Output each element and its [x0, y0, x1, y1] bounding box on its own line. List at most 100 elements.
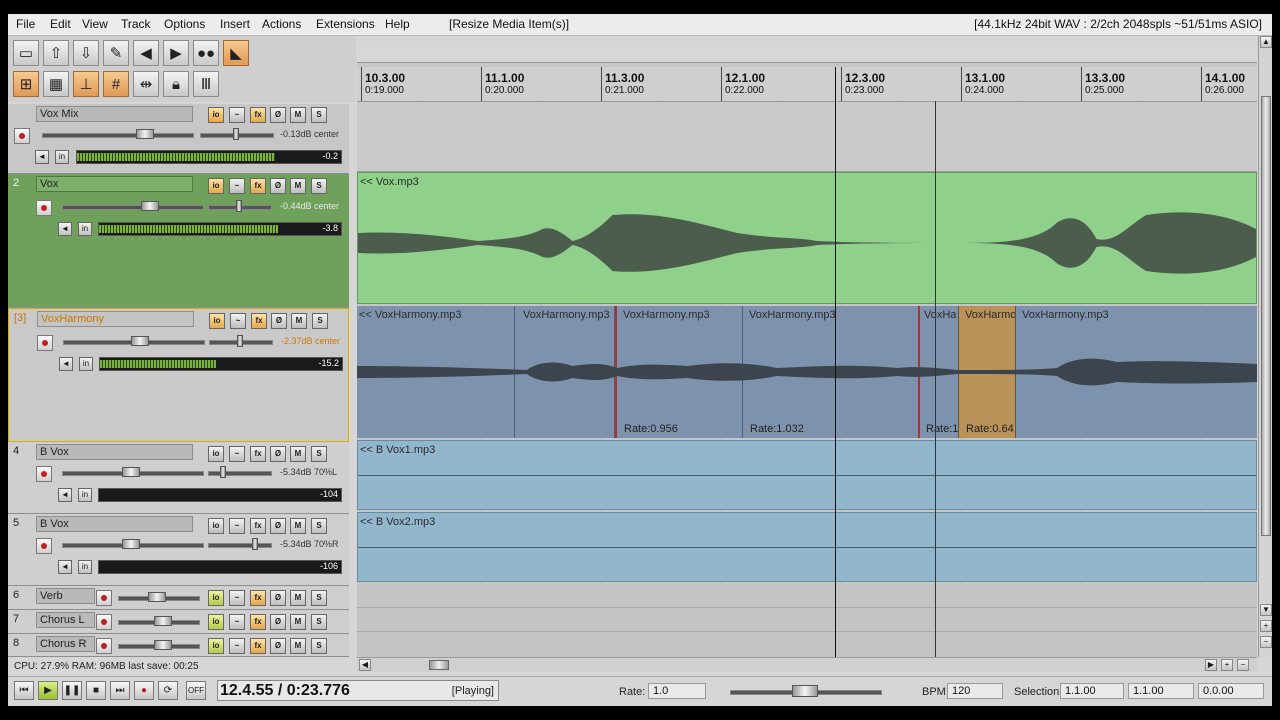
- envelope-button[interactable]: ~: [229, 590, 245, 606]
- horizontal-scroll-thumb[interactable]: [429, 660, 449, 670]
- record-arm-button[interactable]: [96, 590, 112, 606]
- menu-view[interactable]: View: [82, 17, 108, 31]
- selection-end-field[interactable]: 1.1.00: [1128, 683, 1194, 699]
- rate-slider-knob[interactable]: [792, 685, 818, 697]
- pan-knob[interactable]: [220, 466, 226, 478]
- mute-button[interactable]: M: [291, 313, 307, 329]
- record-icon[interactable]: ●: [134, 681, 154, 700]
- solo-button[interactable]: S: [312, 313, 328, 329]
- snap-grid-icon[interactable]: #: [103, 71, 129, 97]
- media-item-b-vox1[interactable]: << B Vox1.mp3: [357, 440, 1257, 510]
- ripple-edit-icon[interactable]: ⊞: [13, 71, 39, 97]
- track-name[interactable]: Vox: [36, 176, 193, 192]
- envelope-button[interactable]: ~: [229, 107, 245, 123]
- pan-slider[interactable]: [208, 543, 272, 548]
- horizontal-scrollbar[interactable]: ◀ ▶ + −: [357, 657, 1257, 672]
- mute-button[interactable]: M: [290, 638, 306, 654]
- go-to-start-icon[interactable]: ⏮: [14, 681, 34, 700]
- fx-button[interactable]: fx: [251, 313, 267, 329]
- phase-button[interactable]: Ø: [270, 614, 286, 630]
- io-button[interactable]: io: [208, 518, 224, 534]
- h-zoom-out-icon[interactable]: −: [1237, 659, 1249, 671]
- volume-knob[interactable]: [154, 616, 172, 626]
- fx-button[interactable]: fx: [250, 590, 266, 606]
- pan-knob[interactable]: [236, 200, 242, 212]
- solo-button[interactable]: S: [311, 446, 327, 462]
- record-arm-button[interactable]: [37, 335, 53, 351]
- mute-button[interactable]: M: [290, 518, 306, 534]
- mute-button[interactable]: M: [290, 590, 306, 606]
- repeat-icon[interactable]: ⟳: [158, 681, 178, 700]
- volume-knob[interactable]: [141, 201, 159, 211]
- region-bar[interactable]: [357, 50, 1257, 63]
- menu-options[interactable]: Options: [164, 17, 205, 31]
- track-name[interactable]: Chorus R: [36, 636, 95, 652]
- selection-start-field[interactable]: 1.1.00: [1060, 683, 1124, 699]
- preferences-icon[interactable]: ✎: [103, 40, 129, 66]
- record-arm-button[interactable]: [36, 200, 52, 216]
- input-monitor-button[interactable]: in: [78, 560, 92, 574]
- lock-icon[interactable]: 🔒︎: [163, 71, 189, 97]
- speaker-icon[interactable]: ◄: [58, 560, 72, 574]
- menu-extensions[interactable]: Extensions: [316, 17, 375, 31]
- volume-slider[interactable]: [62, 205, 204, 210]
- volume-knob[interactable]: [148, 592, 166, 602]
- play-cursor[interactable]: [835, 67, 836, 657]
- track-name[interactable]: B Vox: [36, 516, 193, 532]
- pan-knob[interactable]: [252, 538, 258, 550]
- track-voxharmony[interactable]: [3] VoxHarmony io ~ fx Ø M S -2.37dB cen…: [8, 308, 349, 442]
- snap-icon[interactable]: ⊥: [73, 71, 99, 97]
- track-vox[interactable]: 2 Vox io ~ fx Ø M S -0.44dB center ◄ in …: [8, 174, 349, 308]
- menu-insert[interactable]: Insert: [220, 17, 250, 31]
- solo-button[interactable]: S: [311, 638, 327, 654]
- track-chorus-r[interactable]: 8 Chorus R io ~ fx Ø M S: [8, 634, 349, 657]
- solo-button[interactable]: S: [311, 590, 327, 606]
- phase-button[interactable]: Ø: [270, 446, 286, 462]
- grid-icon[interactable]: ▦: [43, 71, 69, 97]
- record-arm-button[interactable]: [14, 128, 30, 144]
- mute-button[interactable]: M: [290, 107, 306, 123]
- split-icon[interactable]: ⇹: [133, 71, 159, 97]
- redo-icon[interactable]: ▶: [163, 40, 189, 66]
- mute-button[interactable]: M: [290, 178, 306, 194]
- volume-knob[interactable]: [131, 336, 149, 346]
- solo-button[interactable]: S: [311, 518, 327, 534]
- track-name[interactable]: B Vox: [36, 444, 193, 460]
- play-icon[interactable]: ▶: [38, 681, 58, 700]
- volume-knob[interactable]: [122, 467, 140, 477]
- io-button[interactable]: io: [208, 178, 224, 194]
- volume-knob[interactable]: [122, 539, 140, 549]
- h-zoom-in-icon[interactable]: +: [1221, 659, 1233, 671]
- track-name[interactable]: Vox Mix: [36, 106, 193, 122]
- io-button[interactable]: io: [208, 638, 224, 654]
- vertical-scrollbar[interactable]: ▲ ▼ + −: [1258, 36, 1272, 657]
- envelope-button[interactable]: ~: [229, 638, 245, 654]
- open-project-icon[interactable]: ⇧: [43, 40, 69, 66]
- volume-knob[interactable]: [136, 129, 154, 139]
- fx-button[interactable]: fx: [250, 518, 266, 534]
- envelope-button[interactable]: ~: [230, 313, 246, 329]
- media-item-vox[interactable]: << Vox.mp3: [357, 172, 1257, 304]
- volume-knob[interactable]: [154, 640, 172, 650]
- menu-edit[interactable]: Edit: [50, 17, 71, 31]
- io-button[interactable]: io: [208, 107, 224, 123]
- mute-button[interactable]: M: [290, 614, 306, 630]
- menu-actions[interactable]: Actions: [262, 17, 301, 31]
- scroll-right-icon[interactable]: ▶: [1205, 659, 1217, 671]
- media-item-b-vox2[interactable]: << B Vox2.mp3: [357, 512, 1257, 582]
- input-monitor-button[interactable]: in: [55, 150, 69, 164]
- timeline-ruler[interactable]: 10.3.00 0:19.000 11.1.00 0:20.000 11.3.00 0…: [357, 67, 1257, 102]
- input-monitor-button[interactable]: in: [78, 488, 92, 502]
- menu-file[interactable]: File: [16, 17, 35, 31]
- pause-icon[interactable]: ❚❚: [62, 681, 82, 700]
- envelope-button[interactable]: ~: [229, 178, 245, 194]
- lane-chorus-r[interactable]: [357, 632, 1257, 657]
- solo-button[interactable]: S: [311, 178, 327, 194]
- mute-button[interactable]: M: [290, 446, 306, 462]
- lane-verb[interactable]: [357, 584, 1257, 608]
- track-b-vox-2[interactable]: 5 B Vox io ~ fx Ø M S -5.34dB 70%R ◄ in …: [8, 514, 349, 586]
- io-button[interactable]: io: [208, 446, 224, 462]
- track-vox-mix[interactable]: Vox Mix io ~ fx Ø M S -0.13dB center ◄ i…: [8, 104, 349, 174]
- phase-button[interactable]: Ø: [270, 590, 286, 606]
- lane-voxharmony[interactable]: << VoxHarmony.mp3 VoxHarmony.mp3 VoxHarm…: [357, 306, 1257, 438]
